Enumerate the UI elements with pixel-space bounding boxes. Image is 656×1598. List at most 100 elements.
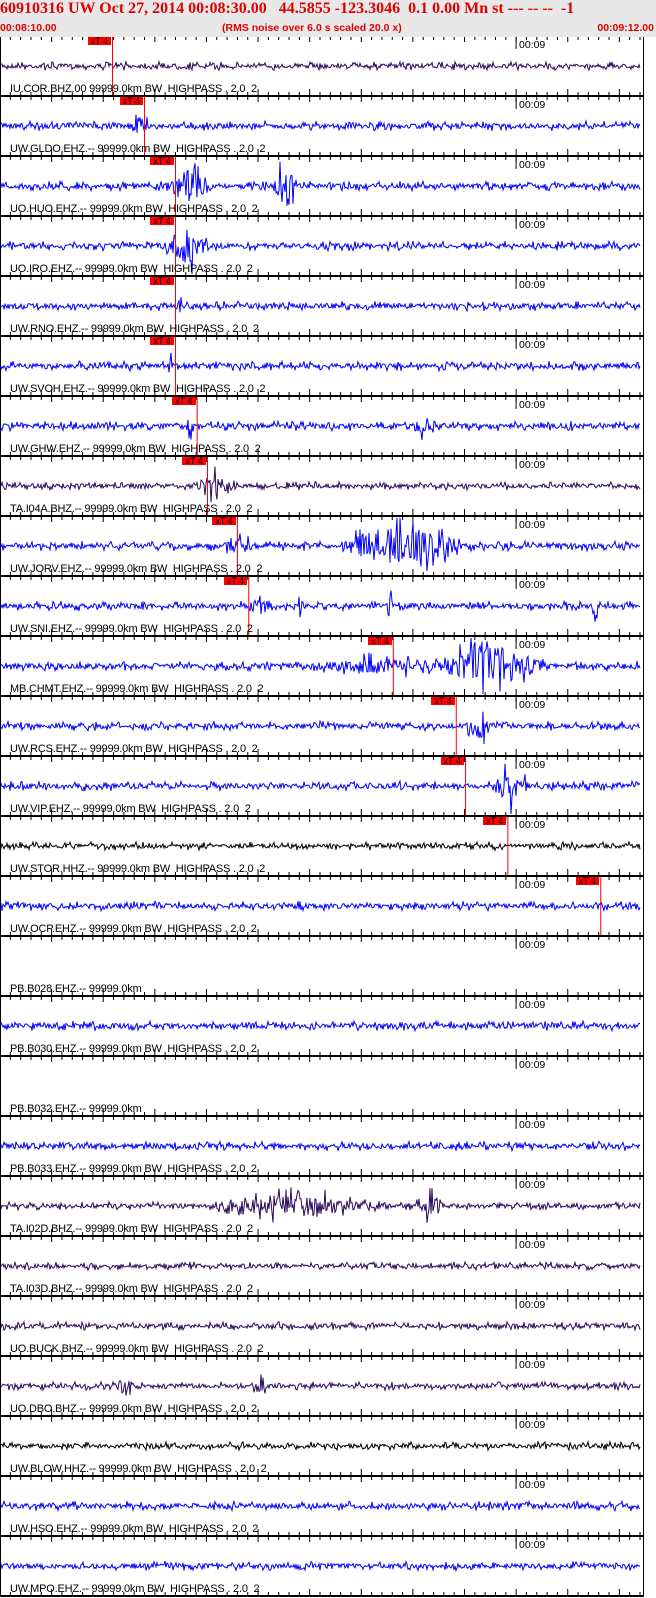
channel-label: UO.DBO.BHZ.-- 99999.0km BW HIGHPASS . 2.… [10, 1403, 257, 1415]
channel-label: UW.MPO.EHZ.-- 99999.0km BW HIGHPASS . 2.… [10, 1583, 260, 1595]
pick-flag[interactable]: xT 4 [150, 217, 174, 226]
pick-flag[interactable]: xT 4 [150, 277, 174, 286]
pick-flag[interactable]: xT 4 [150, 157, 174, 166]
channel-label: UW.SNI.EHZ.-- 99999.0km BW HIGHPASS . 2.… [10, 623, 253, 635]
minute-label: 00:09 [519, 579, 546, 591]
channel-label: TA.I02D.BHZ.-- 99999.0km BW HIGHPASS . 2… [10, 1223, 253, 1235]
trace-panel[interactable]: 00:09 PB.B033.EHZ.-- 99999.0km BW HIGHPAS… [0, 1117, 656, 1177]
trace-panel[interactable]: 00:09 xT 4 IU.COR.BHZ.00 99999.0km BW HIGH… [0, 37, 656, 97]
waveform-trace [0, 1019, 641, 1033]
minute-label: 00:09 [519, 1179, 546, 1191]
minute-label: 00:09 [519, 1059, 546, 1071]
minute-label: 00:09 [519, 279, 546, 291]
trace-panel[interactable]: 00:09 UW.HSO.EHZ.-- 99999.0km BW HIGHPASS… [0, 1477, 656, 1537]
minute-label: 00:09 [519, 759, 546, 771]
minute-label: 00:09 [519, 999, 546, 1011]
pick-flag[interactable]: xT 4 [368, 637, 392, 646]
waveform-trace [0, 1560, 641, 1573]
minute-label: 00:09 [519, 519, 546, 531]
waveform-trace [0, 1499, 641, 1513]
trace-panel[interactable]: 00:09 xT 4 TA.I04A.BHZ.-- 99999.0km BW HIG… [0, 457, 656, 517]
trace-panel[interactable]: 00:09 xT 4 MB.CHMT.EHZ.-- 99999.0km BW HIG… [0, 637, 656, 697]
channel-label: UW.GHW.EHZ.-- 99999.0km BW HIGHPASS . 2.… [10, 443, 261, 455]
trace-panel[interactable]: 00:09 TA.I03D.BHZ.-- 99999.0km BW HIGHPAS… [0, 1237, 656, 1297]
trace-panel[interactable]: 00:09 UW.BLOW.HHZ.-- 99999.0km BW HIGHPAS… [0, 1417, 656, 1477]
pick-flag[interactable]: xT 4 [223, 577, 248, 586]
trace-panel[interactable]: 00:09 xT 4 UO.IRO.EHZ.-- 99999.0km BW HIGH… [0, 217, 656, 277]
trace-panel[interactable]: 00:09 xT 4 UW.RCS.EHZ.-- 99999.0km BW HIGH… [0, 697, 656, 757]
channel-label: PB.B030.EHZ.-- 99999.0km BW HIGHPASS . 2… [10, 1043, 257, 1055]
event-header: 60910316 UW Oct 27, 2014 00:08:30.00 44.… [0, 0, 656, 37]
trace-panel[interactable]: 00:09 UO.DBO.BHZ.-- 99999.0km BW HIGHPASS… [0, 1357, 656, 1417]
minute-label: 00:09 [519, 939, 546, 951]
waveform-trace [0, 840, 641, 852]
pick-flag[interactable]: xT 4 [431, 697, 455, 706]
waveform-trace [0, 1439, 641, 1452]
pick-flag[interactable]: xT 4 [87, 37, 111, 46]
minute-label: 00:09 [519, 39, 546, 51]
waveform-trace [0, 711, 641, 745]
trace-panel[interactable]: 00:09 xT 4 UW.SNI.EHZ.-- 99999.0km BW HIGH… [0, 577, 656, 637]
waveform-trace [0, 1139, 641, 1153]
channel-label: IU.COR.BHZ.00 99999.0km BW HIGHPASS . 2.… [10, 83, 257, 95]
minute-label: 00:09 [519, 339, 546, 351]
channel-label: TA.I04A.BHZ.-- 99999.0km BW HIGHPASS . 2… [10, 503, 253, 515]
minute-label: 00:09 [519, 1419, 546, 1431]
minute-label: 00:09 [519, 1239, 546, 1251]
trace-panel[interactable]: 00:09 UO.BUCK.BHZ.-- 99999.0km BW HIGHPAS… [0, 1297, 656, 1357]
trace-panel[interactable]: 00:09 xT 4 UW.RNO.EHZ.-- 99999.0km BW HIGH… [0, 277, 656, 337]
trace-panel[interactable]: 00:09 xT 4 UW.JORV.EHZ.-- 99999.0km BW HIG… [0, 517, 656, 577]
minute-label: 00:09 [519, 819, 546, 831]
trace-panel[interactable]: 00:09 xT 4 UO.HUO.EHZ.-- 99999.0km BW HIGH… [0, 157, 656, 217]
trace-panel[interactable]: 00:09 xT 4 UW.SVOH.EHZ.-- 99999.0km BW HIG… [0, 337, 656, 397]
minute-label: 00:09 [519, 1539, 546, 1551]
channel-label: UW.RNO.EHZ.-- 99999.0km BW HIGHPASS . 2.… [10, 323, 259, 335]
channel-label: UW.BLOW.HHZ.-- 99999.0km BW HIGHPASS . 2… [10, 1463, 267, 1475]
channel-label: PB.B032.EHZ.-- 99999.0km [10, 1103, 142, 1115]
minute-label: 00:09 [519, 399, 546, 411]
trace-panel[interactable]: 00:09 xT 4 UW.GLDO.EHZ.-- 99999.0km BW HIG… [0, 97, 656, 157]
minute-label: 00:09 [519, 1479, 546, 1491]
start-time: 00:08:10.00 [0, 22, 57, 34]
channel-label: UO.HUO.EHZ.-- 99999.0km BW HIGHPASS . 2.… [10, 203, 258, 215]
waveform-trace [0, 1260, 641, 1272]
pick-flag[interactable]: xT 4 [212, 517, 236, 526]
end-time: 00:09:12.00 [597, 22, 654, 34]
waveform-trace [0, 296, 641, 313]
trace-panel[interactable]: 00:09 PB.B028.EHZ.-- 99999.0km [0, 937, 656, 997]
pick-flag[interactable]: xT 4 [182, 457, 206, 466]
pick-flag[interactable]: xT 4 [172, 397, 196, 406]
waveform-trace [0, 114, 641, 133]
waveform-trace [0, 590, 641, 622]
channel-label: UW.GLDO.EHZ.-- 99999.0km BW HIGHPASS . 2… [10, 143, 266, 155]
pick-flag[interactable]: xT 4 [482, 817, 507, 826]
channel-label: UW.VIP.EHZ.-- 99999.0km BW HIGHPASS . 2.… [10, 803, 251, 815]
minute-label: 00:09 [519, 1299, 546, 1311]
trace-panel[interactable]: 00:09 UW.MPO.EHZ.-- 99999.0km BW HIGHPASS… [0, 1537, 656, 1597]
pick-flag[interactable]: xT 4 [440, 757, 464, 766]
trace-panel[interactable]: 00:09 xT 4 UW.STOR.HHZ.-- 99999.0km BW HIG… [0, 817, 656, 877]
minute-label: 00:09 [519, 99, 546, 111]
waveform-trace [0, 466, 641, 503]
waveform-trace [0, 899, 641, 913]
trace-panel[interactable]: 00:09 PB.B030.EHZ.-- 99999.0km BW HIGHPAS… [0, 997, 656, 1057]
channel-label: PB.B033.EHZ.-- 99999.0km BW HIGHPASS . 2… [10, 1163, 257, 1175]
minute-label: 00:09 [519, 699, 546, 711]
trace-panel[interactable]: 00:09 PB.B032.EHZ.-- 99999.0km [0, 1057, 656, 1117]
minute-label: 00:09 [519, 459, 546, 471]
waveform-trace [0, 418, 641, 441]
waveform-trace [0, 1320, 641, 1332]
seismogram-panels[interactable]: 00:09 xT 4 IU.COR.BHZ.00 99999.0km BW HIGH… [0, 37, 656, 1597]
trace-panel[interactable]: 00:09 TA.I02D.BHZ.-- 99999.0km BW HIGHPAS… [0, 1177, 656, 1237]
waveform-trace [0, 1374, 641, 1396]
trace-panel[interactable]: 00:09 xT 4 UW.GHW.EHZ.-- 99999.0km BW HIGH… [0, 397, 656, 457]
pick-flag[interactable]: xT 4 [150, 337, 174, 346]
trace-panel[interactable]: 00:09 xT 4 UW.OCP.EHZ.-- 99999.0km BW HIGH… [0, 877, 656, 937]
event-title: 60910316 UW Oct 27, 2014 00:08:30.00 44.… [0, 0, 575, 17]
trace-panel[interactable]: 00:09 xT 4 UW.VIP.EHZ.-- 99999.0km BW HIGH… [0, 757, 656, 817]
pick-flag[interactable]: xT 4 [119, 97, 143, 106]
channel-label: UW.OCP.EHZ.-- 99999.0km BW HIGHPASS . 2.… [10, 923, 257, 935]
channel-label: UW.HSO.EHZ.-- 99999.0km BW HIGHPASS . 2.… [10, 1523, 259, 1535]
pick-flag[interactable]: xT 4 [575, 877, 600, 886]
channel-label: UW.STOR.HHZ.-- 99999.0km BW HIGHPASS . 2… [10, 863, 266, 875]
